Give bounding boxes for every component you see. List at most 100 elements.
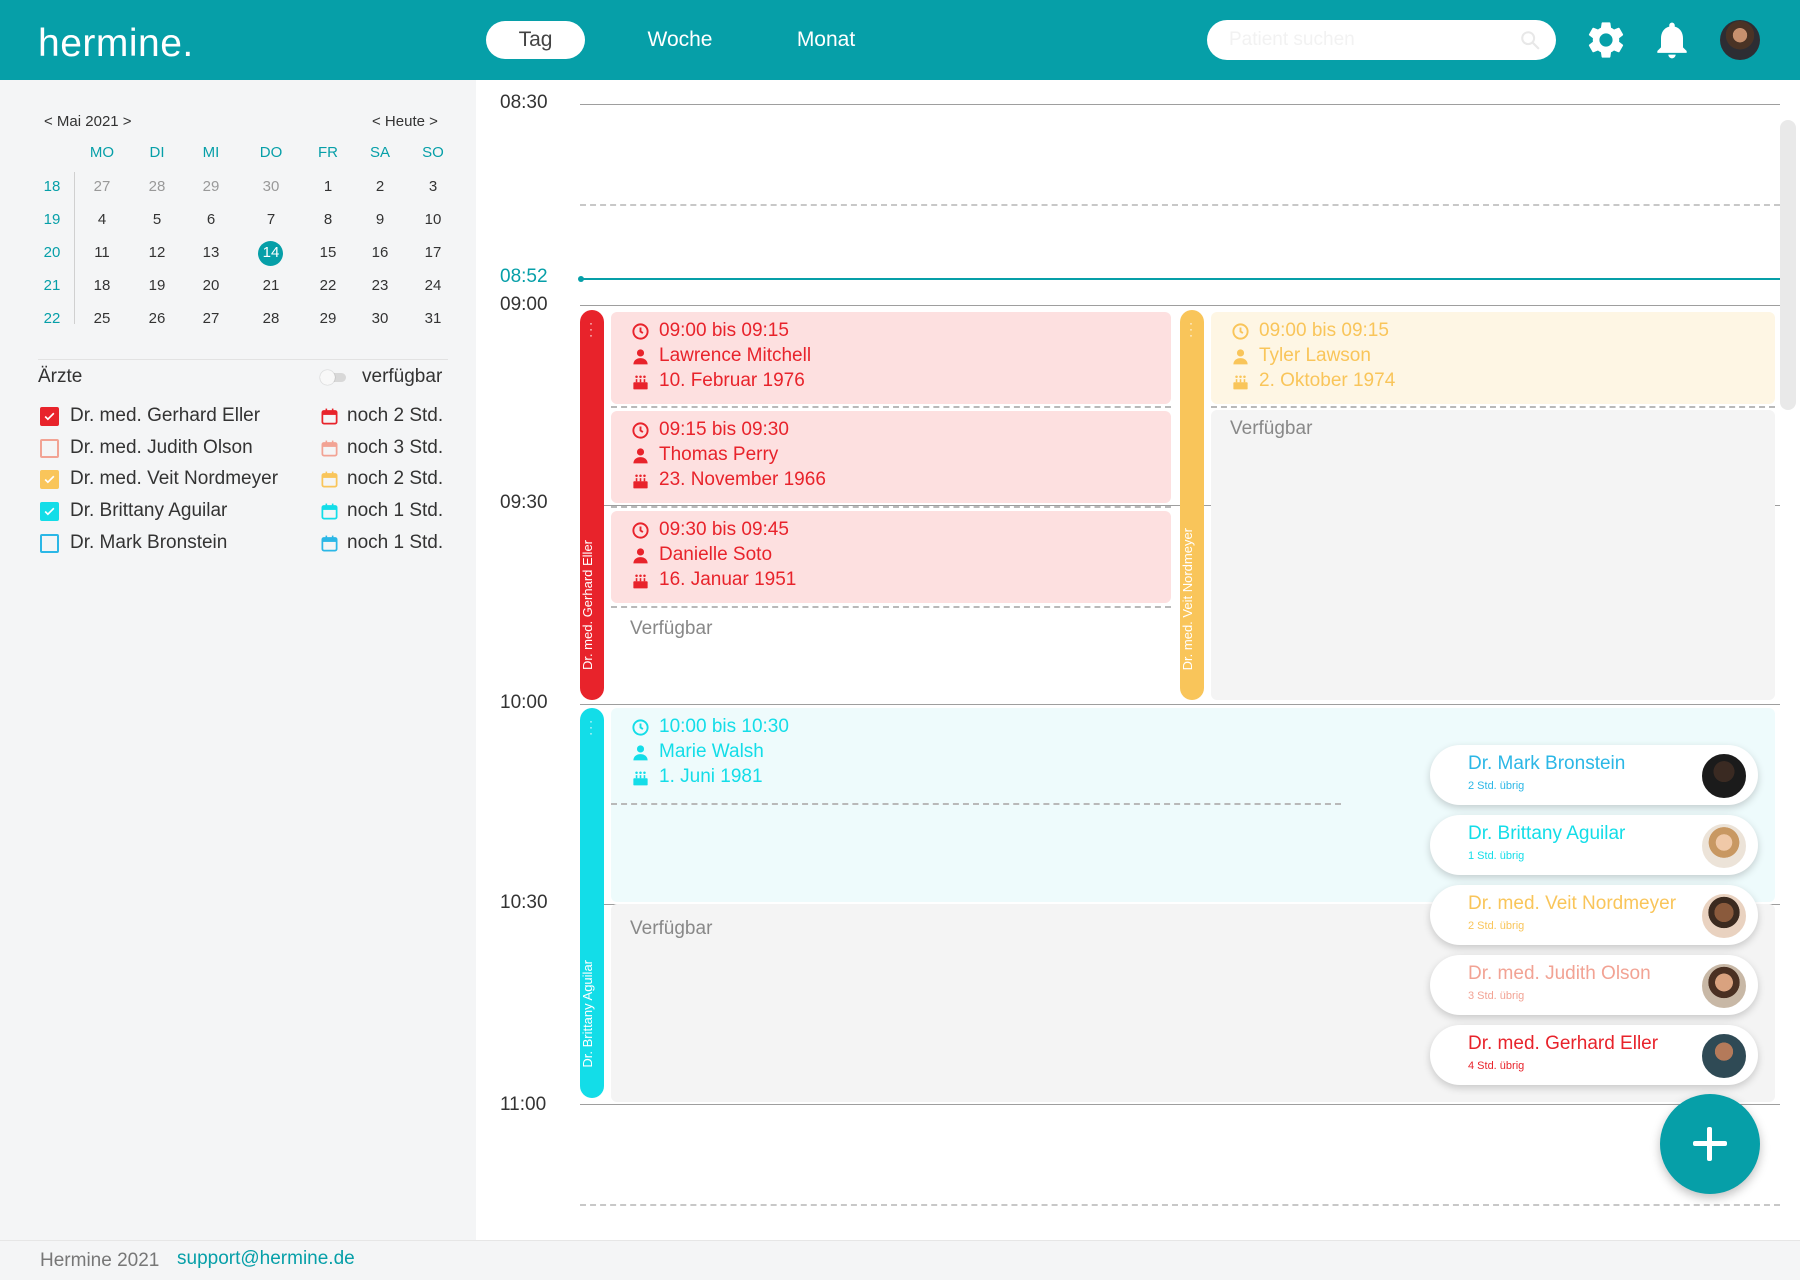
mini-calendar-day[interactable]: 17 [413,244,453,261]
doctor-column-bar-nordmeyer[interactable]: · · · Dr. med. Veit Nordmeyer [1180,310,1204,700]
doctor-checkbox[interactable] [40,439,59,458]
availability-toggle[interactable] [320,370,348,385]
mini-calendar-day[interactable]: 30 [360,310,400,327]
available-slot[interactable]: Verfügbar [630,618,712,640]
patient-search-input[interactable] [1207,20,1556,60]
mini-calendar-day[interactable]: 7 [251,211,291,228]
mini-calendar-day[interactable]: 26 [137,310,177,327]
kebab-menu-icon[interactable]: · · · [1189,317,1193,341]
doctor-checkbox[interactable] [40,502,59,521]
week-number: 21 [43,277,61,294]
doctor-column-bar-aguilar[interactable]: · · · Dr. Brittany Aguilar [580,708,604,1098]
appointment-time: 09:00 bis 09:15 [1231,320,1389,342]
doctor-checkbox[interactable] [40,470,59,489]
doctor-column-bar-eller[interactable]: · · · Dr. med. Gerhard Eller [580,310,604,700]
appointment-card[interactable]: 09:00 bis 09:15 Lawrence Mitchell 10. Febr… [611,312,1171,404]
doctor-card-name: Dr. Brittany Aguilar [1468,823,1626,844]
doctor-card[interactable]: Dr. med. Gerhard Eller 4 Std. übrig [1430,1025,1758,1085]
available-slot[interactable]: Verfügbar [1230,418,1312,440]
appointment-patient-text: Tyler Lawson [1259,345,1371,366]
view-tab-month[interactable]: Monat [776,21,876,59]
bell-icon[interactable] [1650,18,1694,62]
footer-copyright: Hermine 2021 [40,1250,160,1271]
timeline-scrollbar[interactable] [1780,120,1796,410]
mini-calendar-day[interactable]: 28 [137,178,177,195]
appointment-card[interactable]: 10:00 bis 10:30 Marie Walsh 1. Juni 1981 [611,708,1331,803]
mini-calendar-month-nav[interactable]: < Mai 2021 > [44,113,132,130]
mini-calendar-day[interactable]: 5 [137,211,177,228]
appointment-patient: Marie Walsh [631,741,764,763]
user-avatar[interactable] [1720,20,1760,60]
appointment-card[interactable]: 09:00 bis 09:15 Tyler Lawson 2. Oktober 19… [1211,312,1775,404]
gear-icon[interactable] [1584,18,1628,62]
mini-calendar-day[interactable]: 27 [191,310,231,327]
mini-calendar-day[interactable]: 29 [308,310,348,327]
add-appointment-button[interactable] [1660,1094,1760,1194]
mini-calendar-day[interactable]: 18 [82,277,122,294]
kebab-menu-icon[interactable]: · · · [589,317,593,341]
appointment-patient-text: Marie Walsh [659,741,764,762]
mini-calendar-day[interactable]: 11 [82,244,122,261]
doctor-card[interactable]: Dr. med. Veit Nordmeyer 2 Std. übrig [1430,885,1758,945]
mini-calendar-today-nav[interactable]: < Heute > [372,113,438,130]
mini-calendar-day[interactable]: 13 [191,244,231,261]
mini-calendar-day[interactable]: 15 [308,244,348,261]
support-email-link[interactable]: support@hermine.de [177,1248,355,1270]
mini-calendar-day[interactable]: 2 [360,178,400,195]
appointment-patient-text: Danielle Soto [659,544,773,565]
mini-calendar-day[interactable]: 30 [251,178,291,195]
mini-calendar-day[interactable]: 20 [191,277,231,294]
birthday-cake-icon [633,573,648,588]
mini-calendar-day[interactable]: 16 [360,244,400,261]
birthday-cake-icon [633,473,648,488]
appointment-birthday: 10. Februar 1976 [631,370,805,392]
doctor-card[interactable]: Dr. Brittany Aguilar 1 Std. übrig [1430,815,1758,875]
available-block[interactable] [1211,410,1775,700]
mini-calendar-day[interactable]: 25 [82,310,122,327]
clock-icon [1232,322,1249,340]
mini-calendar-day[interactable]: 4 [82,211,122,228]
mini-calendar-day[interactable]: 24 [413,277,453,294]
patient-icon [633,447,648,463]
doctor-card-name: Dr. med. Veit Nordmeyer [1468,893,1677,914]
mini-calendar-day[interactable]: 28 [251,310,291,327]
mini-calendar-day[interactable]: 22 [308,277,348,294]
mini-calendar-day-selected[interactable]: 14 [251,244,291,261]
doctor-checkbox[interactable] [40,407,59,426]
doctor-checkbox[interactable] [40,534,59,553]
mini-calendar-day[interactable]: 21 [251,277,291,294]
mini-calendar-day[interactable]: 6 [191,211,231,228]
view-tab-week[interactable]: Woche [630,21,730,59]
appointment-birthday-text: 2. Oktober 1974 [1259,370,1396,391]
mini-calendar-day[interactable]: 9 [360,211,400,228]
doctor-remaining-time: noch 1 Std. [347,532,444,553]
weekday-label: MI [202,144,220,161]
mini-calendar-day[interactable]: 19 [137,277,177,294]
mini-calendar-day[interactable]: 1 [308,178,348,195]
doctor-card[interactable]: Dr. med. Judith Olson 3 Std. übrig [1430,955,1758,1015]
mini-calendar-day[interactable]: 3 [413,178,453,195]
view-tab-day[interactable]: Tag [486,21,585,59]
mini-calendar-day[interactable]: 23 [360,277,400,294]
doctor-card[interactable]: Dr. Mark Bronstein 2 Std. übrig [1430,745,1758,805]
app-logo: hermine. [38,22,194,65]
doctor-card-remaining: 4 Std. übrig [1468,1060,1525,1072]
mini-calendar-day[interactable]: 12 [137,244,177,261]
doctor-card-remaining: 1 Std. übrig [1468,850,1525,862]
appointment-card[interactable]: 09:30 bis 09:45 Danielle Soto 16. Januar 1… [611,511,1171,603]
clock-icon [632,718,649,736]
appointment-patient: Danielle Soto [631,544,772,566]
available-slot[interactable]: Verfügbar [630,918,712,940]
mini-calendar-day[interactable]: 27 [82,178,122,195]
appointment-card[interactable]: 09:15 bis 09:30 Thomas Perry 23. November … [611,411,1171,503]
mini-calendar-day[interactable]: 8 [308,211,348,228]
birthday-cake-icon [633,770,648,785]
doctor-name: Dr. Mark Bronstein [70,532,228,553]
search-icon[interactable] [1519,29,1541,51]
mini-calendar-day[interactable]: 29 [191,178,231,195]
appointment-birthday: 16. Januar 1951 [631,569,796,591]
kebab-menu-icon[interactable]: · · · [589,715,593,739]
mini-calendar-day[interactable]: 10 [413,211,453,228]
mini-calendar-day[interactable]: 31 [413,310,453,327]
appointment-time-text: 10:00 bis 10:30 [659,716,789,737]
